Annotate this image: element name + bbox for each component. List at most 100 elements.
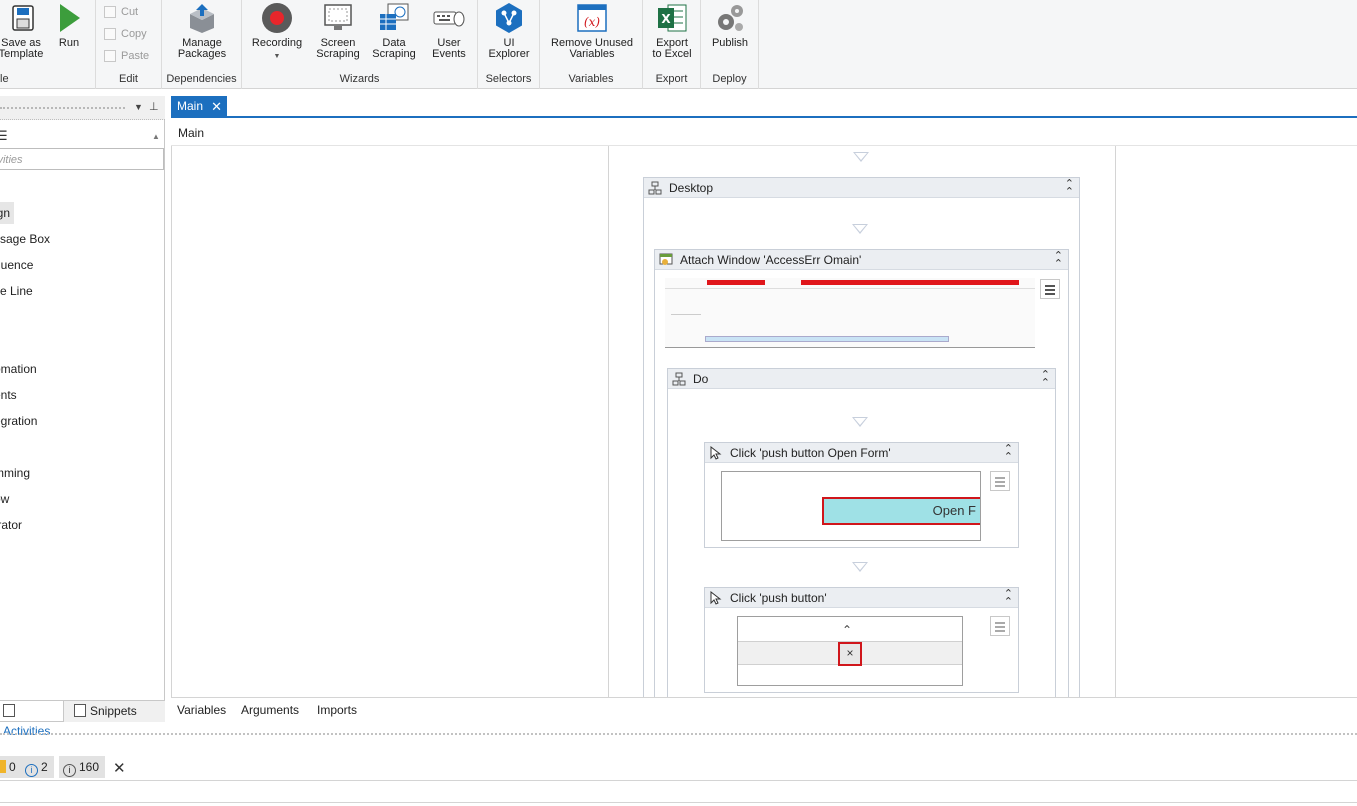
designer-canvas[interactable]: Desktop ⌃ ⌃ Attach Window 'AccessErr Omai…	[171, 146, 1357, 697]
list-item[interactable]: ite Line	[0, 280, 33, 302]
tab-variables[interactable]: Variables	[177, 703, 226, 717]
ui-explorer-button[interactable]: UI Explorer	[484, 2, 534, 60]
collapse-icon[interactable]: ⌃ ⌃	[1004, 589, 1013, 608]
ribbon-group-wizards: Recording ▼ Screen Scraping Data Scrapin…	[242, 0, 478, 89]
excel-icon: X	[656, 2, 688, 34]
messages-filter[interactable]: i 160	[59, 756, 106, 778]
list-item[interactable]: trator	[0, 514, 22, 536]
warnings-filter[interactable]: 0	[0, 756, 22, 778]
list-item[interactable]: ow	[0, 488, 9, 510]
data-scraping-button[interactable]: Data Scraping	[368, 2, 420, 60]
collapse-icon[interactable]: ⌃ ⌃	[1004, 444, 1013, 463]
click-open-form-activity[interactable]: Click 'push button Open Form' ⌃ ⌃ Open F	[704, 442, 1019, 548]
panel-header: ▼ ⊥	[0, 96, 165, 120]
tab-activities[interactable]: Activities	[0, 701, 64, 738]
activities-search-input[interactable]: ivities	[0, 148, 164, 170]
attach-window-activity[interactable]: Attach Window 'AccessErr Omain' ⌃ ⌃ Do ⌃…	[654, 249, 1069, 697]
options-menu-button[interactable]	[990, 471, 1010, 491]
info-filter[interactable]: i2	[21, 756, 54, 778]
screen-scraping-icon	[322, 2, 354, 34]
scroll-up-icon[interactable]: ▲	[152, 132, 160, 141]
drop-target-arrow-icon[interactable]	[853, 152, 869, 162]
window-screenshot-preview	[665, 278, 1035, 348]
trace-icon: i	[63, 764, 76, 777]
save-template-icon	[5, 2, 37, 34]
preview-highlight	[801, 280, 1019, 285]
list-item[interactable]: ssage Box	[0, 228, 50, 250]
list-item[interactable]: ign	[0, 202, 15, 224]
ribbon-group-selectors: UI Explorer Selectors	[478, 0, 540, 89]
list-item[interactable]: quence	[0, 254, 33, 276]
export-to-excel-button[interactable]: X Export to Excel	[649, 2, 695, 60]
drop-target-arrow-icon[interactable]	[852, 224, 868, 234]
preview-line	[665, 288, 1035, 289]
collapse-icon[interactable]: ⌃ ⌃	[1065, 179, 1074, 198]
screen-scraping-button[interactable]: Screen Scraping	[312, 2, 364, 60]
do-sequence[interactable]: Do ⌃⌃ Click 'push button Open Form' ⌃⌃	[667, 368, 1056, 697]
divider	[0, 802, 1357, 803]
sequence-left-border	[608, 146, 609, 697]
chevron-up-icon: ⌃	[842, 623, 853, 637]
tab-imports[interactable]: Imports	[317, 703, 357, 717]
keyboard-mouse-icon	[433, 2, 465, 34]
close-icon[interactable]: ✕	[211, 96, 222, 117]
ui-explorer-icon	[493, 2, 525, 34]
tab-snippets[interactable]: Snippets	[70, 701, 150, 722]
copy-icon	[104, 28, 116, 40]
panel-grip[interactable]	[0, 107, 125, 109]
activity-header: Do ⌃ ⌃	[668, 369, 1055, 389]
activity-header: Click 'push button' ⌃ ⌃	[705, 588, 1018, 608]
preview-table	[705, 336, 949, 342]
publish-button[interactable]: Publish	[707, 2, 753, 49]
manage-packages-button[interactable]: Manage Packages	[172, 2, 232, 60]
recording-button[interactable]: Recording ▼	[248, 2, 306, 62]
save-as-template-button[interactable]: Save as Template	[0, 2, 46, 60]
mouse-pointer-icon	[709, 590, 723, 605]
options-menu-button[interactable]	[990, 616, 1010, 636]
activities-icon	[3, 704, 15, 717]
copy-button[interactable]: Copy	[104, 24, 147, 44]
preview-highlight	[707, 280, 765, 285]
clear-output-icon[interactable]: ✕	[113, 759, 126, 777]
paste-button[interactable]: Paste	[104, 46, 149, 66]
ribbon-group-dependencies: Manage Packages Dependencies	[162, 0, 242, 89]
collapse-all-icon[interactable]: ☰	[0, 128, 8, 144]
scissors-icon	[104, 6, 116, 18]
sequence-icon	[672, 372, 686, 386]
close-button-preview: ×	[838, 642, 862, 666]
collapse-icon[interactable]: ⌃ ⌃	[1041, 370, 1050, 389]
snippets-icon	[74, 704, 86, 717]
open-form-button-preview: Open F	[822, 497, 980, 525]
info-icon: i	[25, 764, 38, 777]
options-menu-button[interactable]	[1040, 279, 1060, 299]
record-icon	[261, 2, 293, 34]
list-item[interactable]: omation	[0, 358, 37, 380]
run-button[interactable]: Run	[52, 2, 86, 49]
svg-text:X: X	[661, 12, 671, 26]
drop-target-arrow-icon[interactable]	[852, 562, 868, 572]
panel-menu-arrow-icon[interactable]: ▼	[134, 102, 143, 112]
drop-target-arrow-icon[interactable]	[852, 417, 868, 427]
pin-icon[interactable]: ⊥	[149, 100, 159, 113]
tab-main[interactable]: Main ✕	[171, 96, 227, 117]
package-icon	[186, 2, 218, 34]
ribbon: Save as Template Run le Cut Copy Paste E…	[0, 0, 1357, 89]
activities-list: ign ssage Box quence ite Line omation en…	[0, 176, 164, 696]
remove-unused-variables-button[interactable]: (x) Remove Unused Variables	[546, 2, 638, 60]
document-tabs: Main ✕	[171, 96, 1357, 118]
tab-arguments[interactable]: Arguments	[241, 703, 299, 717]
list-item[interactable]: egration	[0, 410, 37, 432]
cut-button[interactable]: Cut	[104, 2, 138, 22]
element-screenshot-preview: Open F	[721, 471, 981, 541]
user-events-button[interactable]: User Events	[424, 2, 474, 60]
list-item[interactable]: mming	[0, 462, 30, 484]
click-push-button-activity[interactable]: Click 'push button' ⌃ ⌃ ⌃ ×	[704, 587, 1019, 693]
breadcrumb: Main	[171, 120, 1357, 146]
paste-icon	[104, 50, 116, 62]
output-panel-grip[interactable]	[0, 733, 1357, 741]
list-item[interactable]: ents	[0, 384, 17, 406]
ribbon-group-deploy: Publish Deploy	[701, 0, 759, 89]
desktop-activity[interactable]: Desktop ⌃ ⌃ Attach Window 'AccessErr Omai…	[643, 177, 1080, 697]
designer-bottom-tabs: Variables Arguments Imports	[171, 697, 1357, 721]
collapse-icon[interactable]: ⌃ ⌃	[1054, 251, 1063, 270]
